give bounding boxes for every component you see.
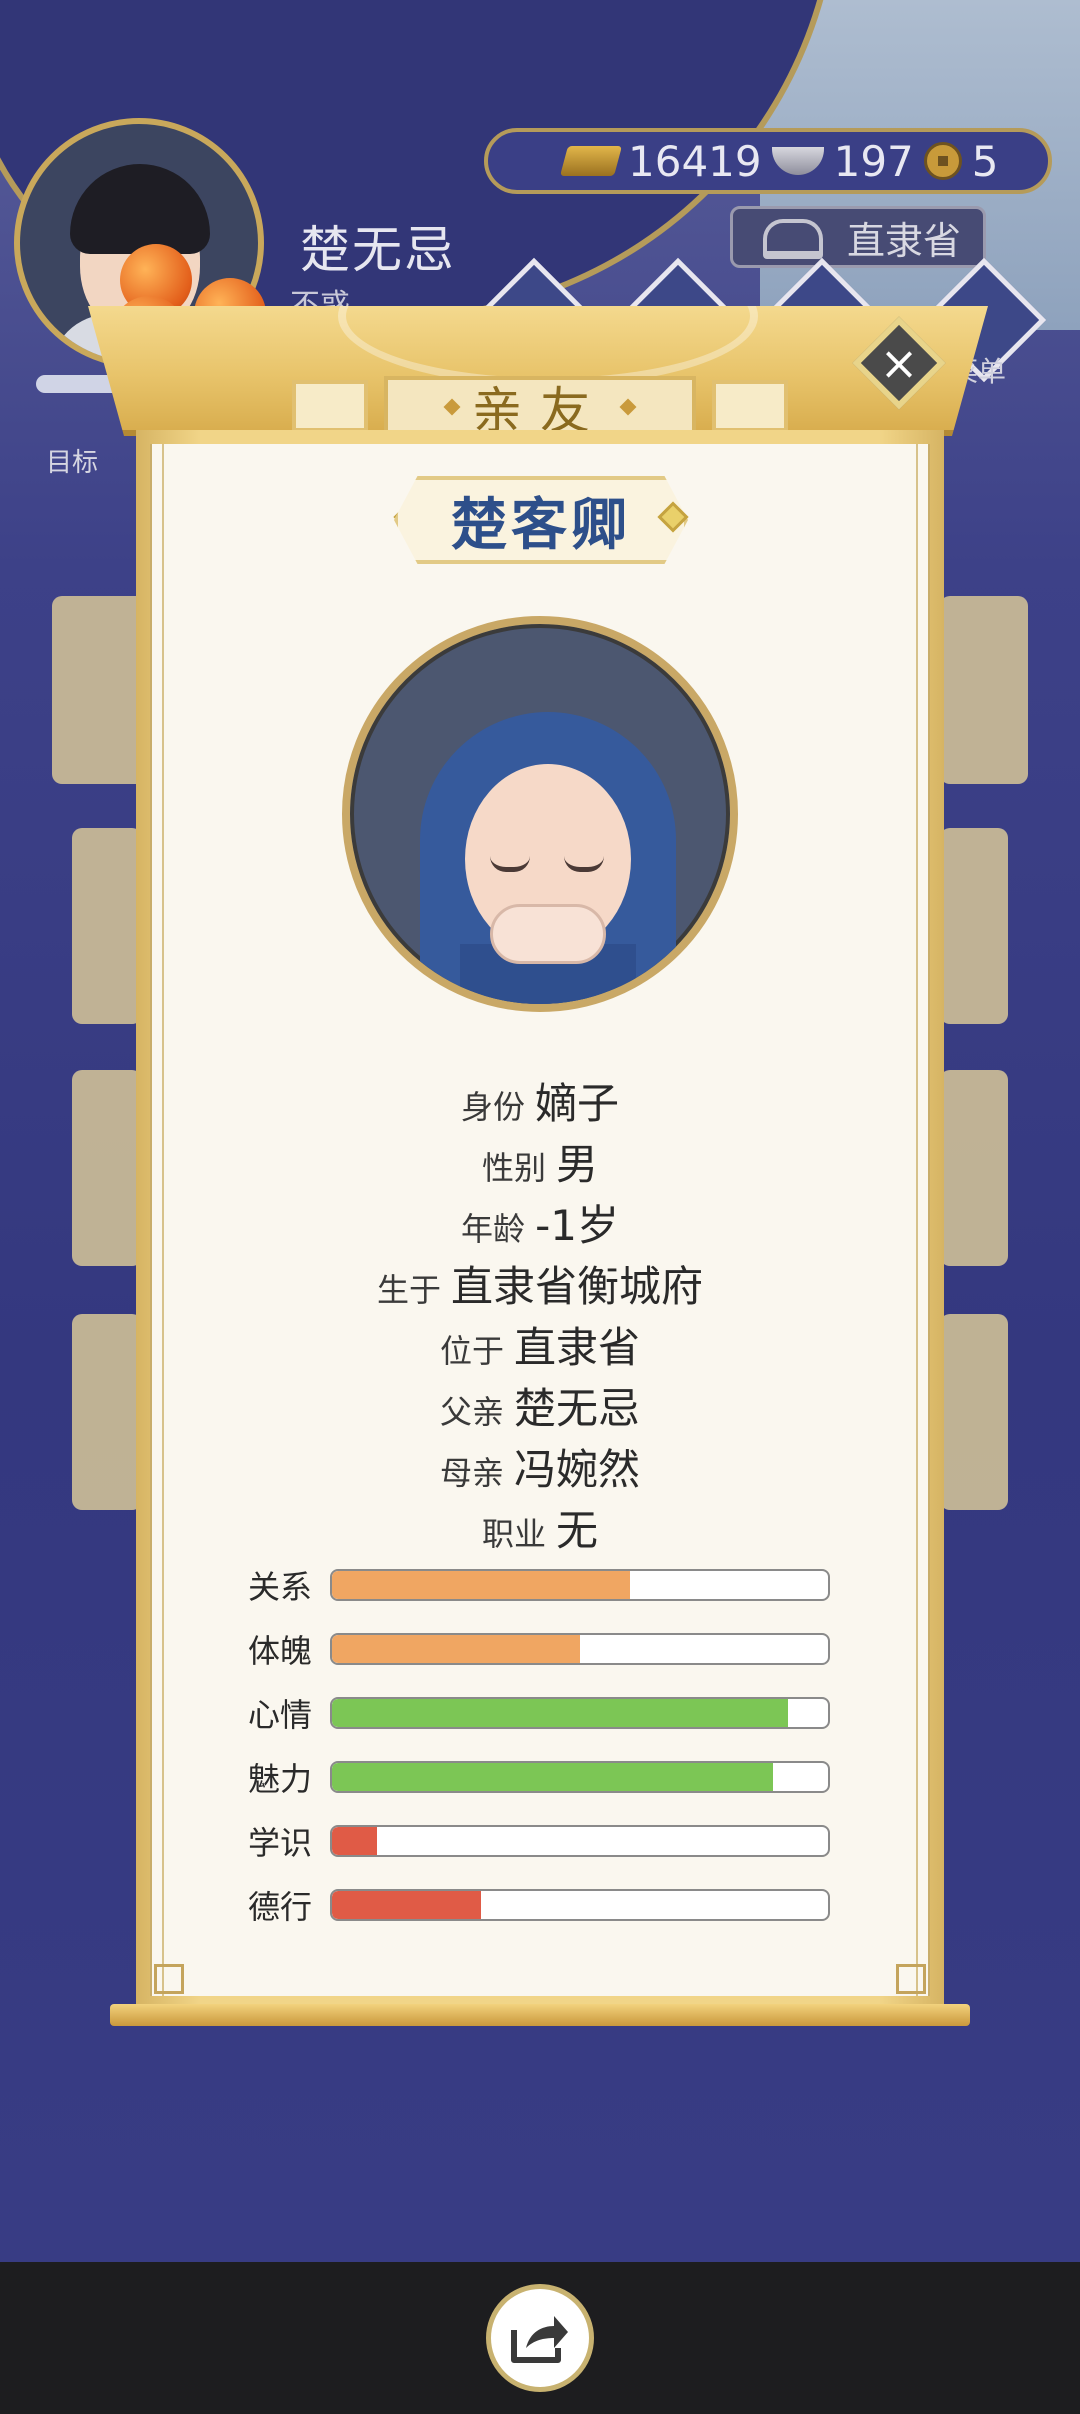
close-icon: ×	[879, 336, 919, 390]
info-row-identity: 身份 嫡子	[0, 1070, 1080, 1131]
portrait-hands	[490, 904, 606, 964]
background-card	[940, 828, 1008, 1024]
stat-row-morality: 德行	[248, 1888, 830, 1926]
stat-label: 体魄	[248, 1632, 313, 1670]
info-value: 直隶省衡城府	[451, 1262, 704, 1311]
info-value: 嫡子	[535, 1079, 620, 1128]
stat-fill	[332, 1571, 630, 1599]
player-name: 楚无忌	[300, 221, 456, 279]
stat-row-physique: 体魄	[248, 1632, 830, 1670]
silver-amount: 197	[833, 136, 914, 186]
stat-fill	[332, 1699, 789, 1727]
stat-row-mood: 心情	[248, 1696, 830, 1734]
info-row-occupation: 职业无	[0, 1497, 1080, 1558]
stat-label: 关系	[248, 1568, 313, 1606]
stat-label: 心情	[248, 1696, 313, 1734]
gold-ingot-icon	[559, 146, 623, 176]
info-value: 男	[556, 1140, 599, 1189]
title-side-plate	[292, 380, 368, 432]
info-value: 无	[556, 1506, 599, 1555]
info-value: -1岁	[535, 1201, 619, 1250]
person-name: 楚客卿	[451, 492, 631, 558]
info-row-location: 位于 直隶省	[0, 1314, 1080, 1375]
title-side-plate	[712, 380, 788, 432]
info-value: 楚无忌	[514, 1384, 641, 1433]
info-row-mother: 母亲 冯婉然	[0, 1436, 1080, 1497]
silver-ingot-icon	[771, 147, 824, 175]
stat-track	[330, 1825, 830, 1857]
stat-track	[330, 1633, 830, 1665]
stat-fill	[332, 1635, 580, 1663]
info-row-gender: 性别男	[0, 1131, 1080, 1192]
stat-label: 德行	[248, 1888, 313, 1926]
share-button[interactable]	[486, 2284, 594, 2392]
info-key: 父亲	[439, 1393, 504, 1431]
stat-row-charm: 魅力	[248, 1760, 830, 1798]
info-row-birthplace: 生于 直隶省衡城府	[0, 1253, 1080, 1314]
info-key: 年龄	[461, 1210, 526, 1248]
person-name-plate: 楚客卿	[394, 476, 688, 564]
currency-bar: 16419 197 5	[484, 128, 1052, 194]
stat-track	[330, 1761, 830, 1793]
info-key: 职业	[481, 1515, 546, 1553]
info-key: 母亲	[439, 1454, 504, 1492]
gold-amount: 16419	[628, 136, 762, 186]
info-row-father: 父亲 楚无忌	[0, 1375, 1080, 1436]
info-key: 身份	[460, 1088, 525, 1126]
background-card	[72, 828, 142, 1024]
copper-coin-icon	[923, 142, 962, 180]
target-label[interactable]: 目标	[46, 442, 98, 479]
location-button[interactable]: 直隶省	[730, 206, 986, 268]
location-icon	[763, 219, 823, 259]
stat-fill	[332, 1763, 774, 1791]
share-icon	[511, 2316, 568, 2363]
info-key: 性别	[481, 1149, 546, 1187]
avatar-hair	[70, 164, 210, 254]
background-card	[940, 596, 1028, 784]
stat-track	[330, 1889, 830, 1921]
title-dot-icon	[619, 398, 637, 416]
corner-ornament	[154, 1964, 184, 1994]
modal-title: 亲友	[384, 376, 696, 440]
stat-label: 学识	[248, 1824, 313, 1862]
corner-ornament	[896, 1964, 926, 1994]
stat-fill	[332, 1891, 481, 1919]
info-row-age: 年龄 -1岁	[0, 1192, 1080, 1253]
stat-fill	[332, 1827, 377, 1855]
stat-row-knowledge: 学识	[248, 1824, 830, 1862]
info-key: 生于	[376, 1271, 441, 1309]
stat-label: 魅力	[248, 1760, 313, 1798]
info-value: 冯婉然	[514, 1445, 641, 1494]
scroll-bottom-rod	[110, 2004, 970, 2026]
info-key: 位于	[439, 1332, 504, 1370]
stat-track	[330, 1697, 830, 1729]
info-value: 直隶省	[514, 1323, 641, 1372]
stat-track	[330, 1569, 830, 1601]
person-portrait	[342, 616, 738, 1012]
title-dot-icon	[443, 398, 461, 416]
location-label: 直隶省	[846, 218, 961, 263]
stat-row-relationship: 关系	[248, 1568, 830, 1606]
coin-amount: 5	[971, 136, 999, 186]
